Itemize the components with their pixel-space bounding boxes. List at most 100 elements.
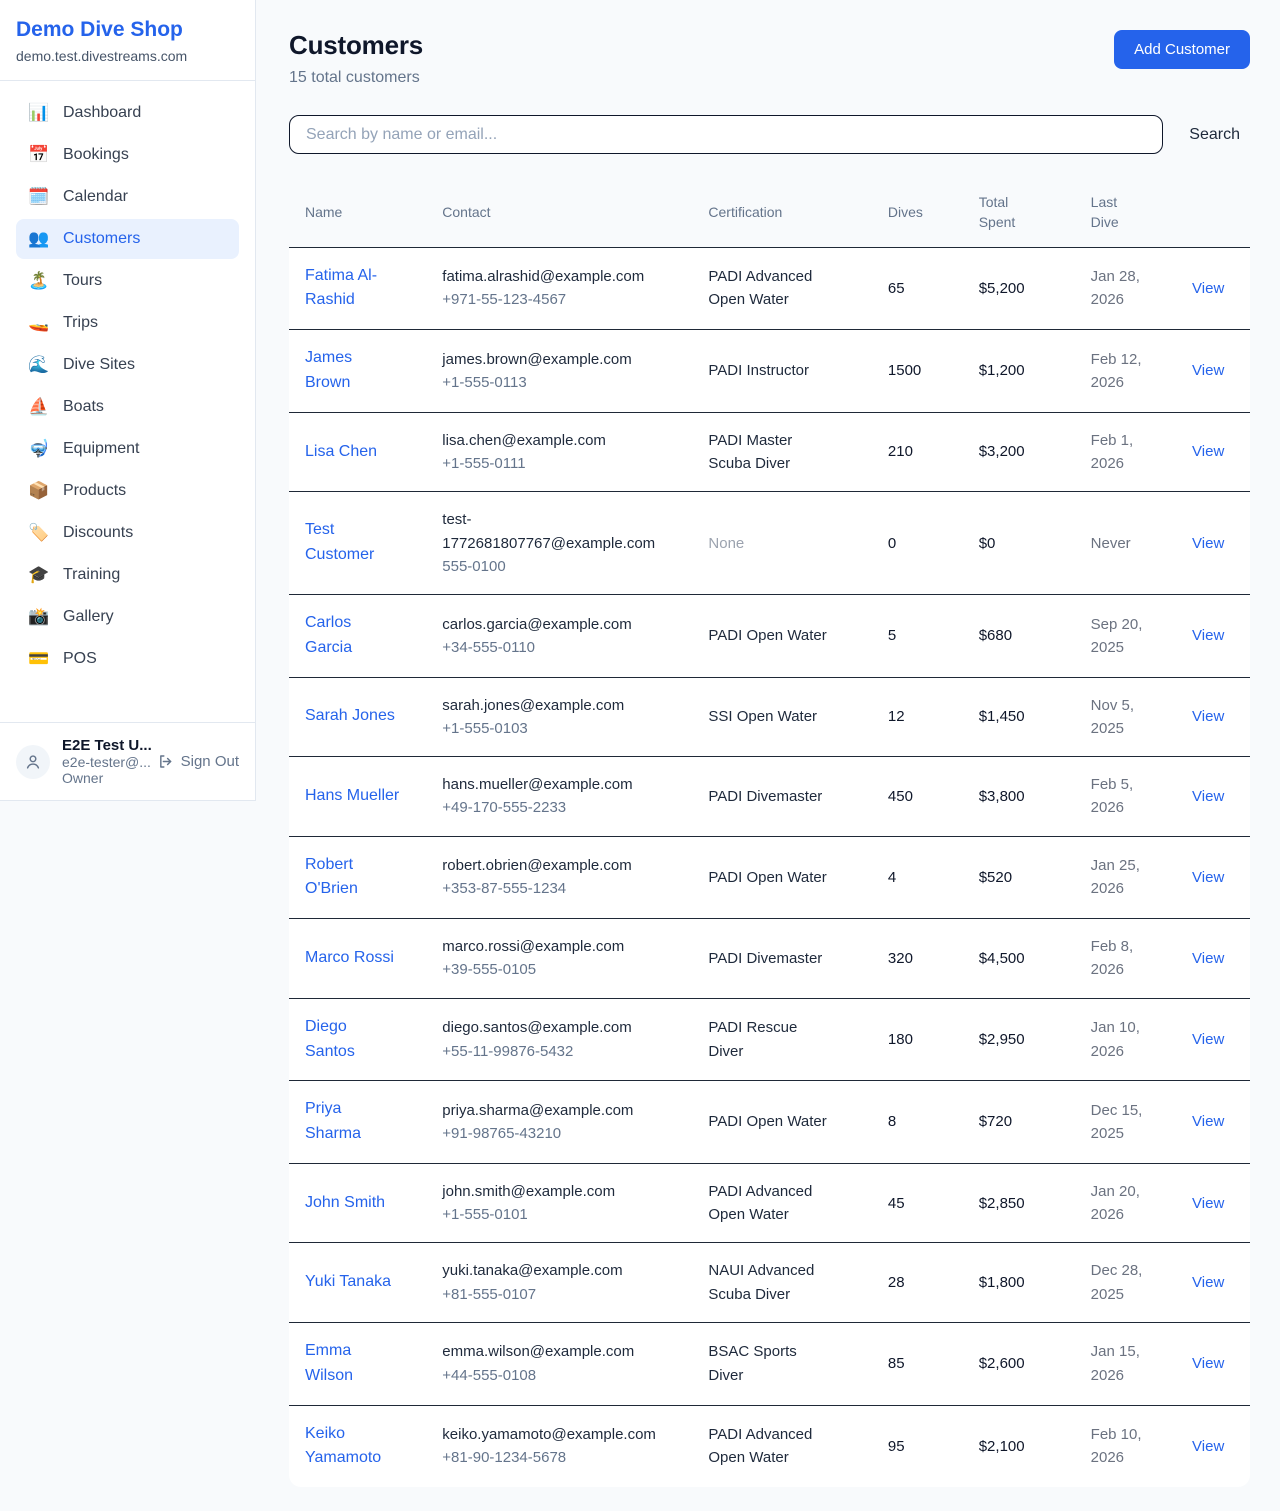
sidebar-item-products[interactable]: 📦 Products	[16, 471, 239, 511]
brand: Demo Dive Shop demo.test.divestreams.com	[0, 0, 255, 81]
customer-name-link[interactable]: John Smith	[305, 1191, 385, 1216]
view-customer-link[interactable]: View	[1192, 1438, 1224, 1455]
view-customer-link[interactable]: View	[1192, 443, 1224, 460]
table-row: Test Customer test-1772681807767@example…	[289, 492, 1250, 595]
add-customer-button[interactable]: Add Customer	[1114, 30, 1250, 69]
customer-name-link[interactable]: Lisa Chen	[305, 440, 377, 465]
view-customer-link[interactable]: View	[1192, 1113, 1224, 1130]
customer-certification: PADI Open Water	[708, 1110, 826, 1133]
customers-icon: 👥	[28, 229, 50, 249]
sidebar-nav: 📊 Dashboard 📅 Bookings 🗓️ Calendar 👥 Cus…	[0, 81, 255, 722]
search-input[interactable]	[289, 115, 1163, 154]
customer-email: test-1772681807767@example.com	[442, 508, 676, 555]
view-customer-link[interactable]: View	[1192, 535, 1224, 552]
col-header-contact: Contact	[426, 180, 692, 247]
sidebar-item-tours[interactable]: 🏝️ Tours	[16, 261, 239, 301]
tours-icon: 🏝️	[28, 271, 50, 291]
customer-name-link[interactable]: Hans Mueller	[305, 784, 399, 809]
customer-certification: PADI Instructor	[708, 359, 809, 382]
customer-total-spent: $1,450	[963, 677, 1075, 757]
sidebar-item-label: Boats	[63, 398, 104, 416]
customer-name-link[interactable]: Keiko Yamamoto	[305, 1422, 401, 1472]
sidebar-item-label: Trips	[63, 314, 98, 332]
customer-email: carlos.garcia@example.com	[442, 613, 676, 636]
view-customer-link[interactable]: View	[1192, 1274, 1224, 1291]
customer-name-link[interactable]: Fatima Al-Rashid	[305, 264, 401, 314]
view-customer-link[interactable]: View	[1192, 950, 1224, 967]
customer-last-dive: Never	[1091, 532, 1131, 555]
customer-email: priya.sharma@example.com	[442, 1099, 676, 1122]
sidebar-item-gallery[interactable]: 📸 Gallery	[16, 597, 239, 637]
sidebar-item-boats[interactable]: ⛵ Boats	[16, 387, 239, 427]
customer-name-link[interactable]: Test Customer	[305, 518, 401, 568]
customer-name-link[interactable]: Emma Wilson	[305, 1339, 401, 1389]
customer-name-link[interactable]: Yuki Tanaka	[305, 1270, 391, 1295]
view-customer-link[interactable]: View	[1192, 788, 1224, 805]
customer-certification: None	[708, 532, 744, 555]
view-customer-link[interactable]: View	[1192, 1031, 1224, 1048]
sidebar-item-calendar[interactable]: 🗓️ Calendar	[16, 177, 239, 217]
user-email: e2e-tester@...	[62, 754, 145, 770]
sign-out-button[interactable]: Sign Out	[157, 753, 239, 770]
customer-dives: 450	[872, 757, 963, 837]
table-row: Robert O'Brien robert.obrien@example.com…	[289, 836, 1250, 919]
sidebar-item-label: Training	[63, 566, 120, 584]
customer-last-dive: Jan 28, 2026	[1091, 265, 1149, 312]
customer-last-dive: Jan 20, 2026	[1091, 1180, 1149, 1227]
sidebar-item-customers[interactable]: 👥 Customers	[16, 219, 239, 259]
sidebar-item-dashboard[interactable]: 📊 Dashboard	[16, 93, 239, 133]
customer-dives: 28	[872, 1243, 963, 1323]
sidebar-item-training[interactable]: 🎓 Training	[16, 555, 239, 595]
customer-name-link[interactable]: James Brown	[305, 346, 401, 396]
table-header-row: Name Contact Certification Dives Total S…	[289, 180, 1250, 247]
table-row: Yuki Tanaka yuki.tanaka@example.com +81-…	[289, 1243, 1250, 1323]
customer-total-spent: $0	[963, 492, 1075, 595]
customer-email: marco.rossi@example.com	[442, 935, 676, 958]
customer-dives: 180	[872, 998, 963, 1081]
sidebar-item-label: POS	[63, 650, 97, 668]
customer-dives: 85	[872, 1322, 963, 1405]
customer-last-dive: Jan 15, 2026	[1091, 1340, 1149, 1387]
customer-certification: PADI Advanced Open Water	[708, 265, 830, 312]
view-customer-link[interactable]: View	[1192, 708, 1224, 725]
customer-name-link[interactable]: Robert O'Brien	[305, 853, 401, 903]
customer-last-dive: Feb 10, 2026	[1091, 1423, 1149, 1470]
col-header-last-dive: Last Dive	[1075, 180, 1176, 247]
view-customer-link[interactable]: View	[1192, 869, 1224, 886]
view-customer-link[interactable]: View	[1192, 1355, 1224, 1372]
search-row: Search	[289, 115, 1250, 154]
sidebar-item-label: Tours	[63, 272, 102, 290]
search-button[interactable]: Search	[1189, 126, 1250, 144]
table-row: Priya Sharma priya.sharma@example.com +9…	[289, 1081, 1250, 1164]
customer-phone: +353-87-555-1234	[442, 877, 676, 900]
customer-name-link[interactable]: Marco Rossi	[305, 946, 394, 971]
customer-name-link[interactable]: Diego Santos	[305, 1015, 401, 1065]
view-customer-link[interactable]: View	[1192, 280, 1224, 297]
sidebar-item-equipment[interactable]: 🤿 Equipment	[16, 429, 239, 469]
customer-certification: PADI Master Scuba Diver	[708, 429, 830, 476]
view-customer-link[interactable]: View	[1192, 627, 1224, 644]
view-customer-link[interactable]: View	[1192, 362, 1224, 379]
customers-table: Name Contact Certification Dives Total S…	[289, 180, 1250, 1487]
customer-last-dive: Feb 12, 2026	[1091, 348, 1149, 395]
sidebar-item-pos[interactable]: 💳 POS	[16, 639, 239, 679]
sidebar-item-dive-sites[interactable]: 🌊 Dive Sites	[16, 345, 239, 385]
sidebar-item-bookings[interactable]: 📅 Bookings	[16, 135, 239, 175]
customer-certification: PADI Open Water	[708, 866, 826, 889]
training-icon: 🎓	[28, 565, 50, 585]
customer-count: 15 total customers	[289, 69, 423, 87]
customer-email: diego.santos@example.com	[442, 1016, 676, 1039]
table-row: John Smith john.smith@example.com +1-555…	[289, 1163, 1250, 1243]
customer-name-link[interactable]: Sarah Jones	[305, 704, 395, 729]
customer-name-link[interactable]: Priya Sharma	[305, 1097, 401, 1147]
sidebar-item-discounts[interactable]: 🏷️ Discounts	[16, 513, 239, 553]
customer-certification: PADI Rescue Diver	[708, 1016, 830, 1063]
customer-email: yuki.tanaka@example.com	[442, 1259, 676, 1282]
customer-last-dive: Jan 25, 2026	[1091, 854, 1149, 901]
customer-total-spent: $3,800	[963, 757, 1075, 837]
view-customer-link[interactable]: View	[1192, 1195, 1224, 1212]
customer-name-link[interactable]: Carlos Garcia	[305, 611, 401, 661]
sidebar-item-trips[interactable]: 🚤 Trips	[16, 303, 239, 343]
pos-icon: 💳	[28, 649, 50, 669]
avatar	[16, 745, 50, 779]
